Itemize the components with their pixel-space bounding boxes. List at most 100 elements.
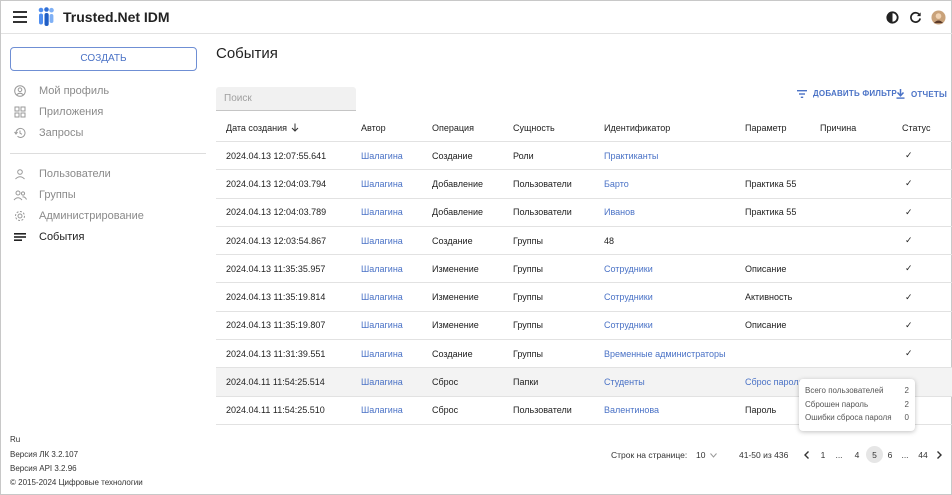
cell-author[interactable]: Шалагина: [361, 227, 403, 254]
cell-author[interactable]: Шалагина: [361, 283, 403, 310]
table-row[interactable]: 2024.04.13 11:35:19.807 Шалагина Изменение…: [216, 312, 952, 341]
page-ellipsis: ...: [901, 449, 909, 460]
cell-param: Пароль: [745, 405, 777, 416]
cell-param: Описание: [745, 320, 787, 331]
cell-param[interactable]: Сброс пароля: [745, 368, 803, 395]
prev-page-icon[interactable]: [801, 446, 813, 463]
tooltip-row: Всего пользователей 2: [805, 386, 909, 396]
theme-toggle-icon[interactable]: [885, 10, 900, 25]
next-page-icon[interactable]: [933, 446, 945, 463]
cell-id[interactable]: Практиканты: [604, 142, 658, 169]
history-icon: [13, 126, 27, 140]
create-button[interactable]: СОЗДАТЬ: [10, 47, 197, 71]
search-input[interactable]: [216, 87, 356, 111]
menu-icon[interactable]: [13, 11, 27, 23]
table-row[interactable]: 2024.04.13 12:04:03.794 Шалагина Добавлени…: [216, 170, 952, 199]
table-row[interactable]: 2024.04.13 12:03:54.867 Шалагина Создание Г…: [216, 227, 952, 256]
refresh-icon[interactable]: [908, 10, 923, 25]
cell-entity: Роли: [513, 150, 534, 161]
table-row[interactable]: 2024.04.13 11:31:39.551 Шалагина Создание Г…: [216, 340, 952, 369]
page-5-current[interactable]: 5: [866, 446, 883, 463]
page-6[interactable]: 6: [884, 446, 896, 463]
cell-op: Создание: [432, 150, 473, 161]
column-header-reason[interactable]: Причина: [820, 114, 856, 141]
cell-author[interactable]: Шалагина: [361, 397, 403, 424]
cell-param: Практика 55: [745, 178, 797, 189]
table-row[interactable]: 2024.04.13 12:07:55.641 Шалагина Создание Р…: [216, 142, 952, 171]
cell-date: 2024.04.11 11:54:25.510: [226, 405, 325, 416]
sidebar-item-label: Группы: [39, 189, 76, 201]
cell-date: 2024.04.13 11:35:19.814: [226, 292, 326, 303]
sidebar-item-events[interactable]: События: [13, 229, 84, 245]
cell-author[interactable]: Шалагина: [361, 340, 403, 367]
cell-entity: Пользователи: [513, 405, 572, 416]
settings-icon: [13, 209, 27, 223]
sidebar-item-admin[interactable]: Администрирование: [13, 208, 144, 224]
cell-author[interactable]: Шалагина: [361, 255, 403, 282]
column-header-operation[interactable]: Операция: [432, 114, 474, 141]
page-title: События: [216, 45, 278, 62]
cell-op: Добавление: [432, 178, 483, 189]
cell-id[interactable]: Сотрудники: [604, 283, 653, 310]
cell-author[interactable]: Шалагина: [361, 199, 403, 226]
filter-icon: [797, 89, 807, 98]
add-filter-label: ДОБАВИТЬ ФИЛЬТР: [813, 89, 897, 98]
page-ellipsis: ...: [835, 449, 843, 460]
cell-id[interactable]: Студенты: [604, 368, 645, 395]
cell-status: ✓: [905, 348, 913, 359]
sidebar-item-profile[interactable]: Мой профиль: [13, 83, 109, 99]
table-row[interactable]: 2024.04.13 11:35:35.957 Шалагина Изменение…: [216, 255, 952, 284]
cell-author[interactable]: Шалагина: [361, 368, 403, 395]
cell-author[interactable]: Шалагина: [361, 142, 403, 169]
column-header-date[interactable]: Дата создания: [226, 114, 299, 141]
cell-author[interactable]: Шалагина: [361, 170, 403, 197]
cell-entity: Пользователи: [513, 178, 572, 189]
cell-author[interactable]: Шалагина: [361, 312, 403, 339]
sort-down-icon: [291, 123, 299, 132]
cell-status: ✓: [905, 178, 913, 189]
page-range: 41-50 из 436: [739, 450, 789, 460]
page-4[interactable]: 4: [851, 446, 863, 463]
sidebar-item-users[interactable]: Пользователи: [13, 166, 111, 182]
column-header-author[interactable]: Автор: [361, 114, 386, 141]
sidebar-item-groups[interactable]: Группы: [13, 187, 76, 203]
cell-id: 48: [604, 235, 615, 246]
cell-status: ✓: [905, 263, 913, 274]
app-title: Trusted.Net IDM: [63, 9, 170, 25]
add-filter-button[interactable]: ДОБАВИТЬ ФИЛЬТР: [797, 89, 897, 98]
column-header-status[interactable]: Статус: [902, 114, 930, 141]
table-row[interactable]: 2024.04.13 11:35:19.814 Шалагина Изменение…: [216, 283, 952, 312]
page-1[interactable]: 1: [817, 446, 829, 463]
reports-button[interactable]: ОТЧЕТЫ: [896, 89, 947, 99]
language-switch[interactable]: Ru: [10, 435, 20, 444]
column-header-parameter[interactable]: Параметр: [745, 114, 787, 141]
top-bar: Trusted.Net IDM: [1, 1, 952, 34]
column-header-identifier[interactable]: Идентификатор: [604, 114, 670, 141]
table-row[interactable]: 2024.04.13 12:04:03.789 Шалагина Добавлени…: [216, 199, 952, 227]
cell-date: 2024.04.11 11:54:25.514: [226, 377, 325, 388]
rows-per-page-select[interactable]: 10: [696, 450, 718, 460]
cell-id[interactable]: Валентинова: [604, 397, 659, 424]
cell-id[interactable]: Сотрудники: [604, 312, 653, 339]
app-window: Trusted.Net IDM СОЗДАТЬ Мой профиль Прил…: [0, 0, 952, 495]
cell-id[interactable]: Сотрудники: [604, 255, 653, 282]
cell-date: 2024.04.13 12:07:55.641: [226, 150, 327, 161]
sidebar-item-apps[interactable]: Приложения: [13, 104, 103, 120]
cell-id[interactable]: Временные администраторы: [604, 340, 726, 367]
cell-param: Практика 55: [745, 207, 797, 218]
cell-date: 2024.04.13 11:35:35.957: [226, 263, 326, 274]
page-44[interactable]: 44: [915, 446, 931, 463]
cell-entity: Группы: [513, 263, 543, 274]
events-icon: [13, 230, 27, 244]
cell-id[interactable]: Иванов: [604, 199, 635, 226]
sidebar-item-requests[interactable]: Запросы: [13, 125, 83, 141]
cell-id[interactable]: Барто: [604, 170, 629, 197]
user-avatar-icon[interactable]: [931, 10, 946, 25]
column-header-entity[interactable]: Сущность: [513, 114, 555, 141]
sidebar-item-label: События: [39, 231, 85, 243]
cell-status: ✓: [905, 235, 913, 246]
cell-entity: Пользователи: [513, 207, 572, 218]
cell-op: Изменение: [432, 263, 479, 274]
sidebar-item-label: Приложения: [39, 106, 104, 118]
cell-entity: Группы: [513, 235, 543, 246]
